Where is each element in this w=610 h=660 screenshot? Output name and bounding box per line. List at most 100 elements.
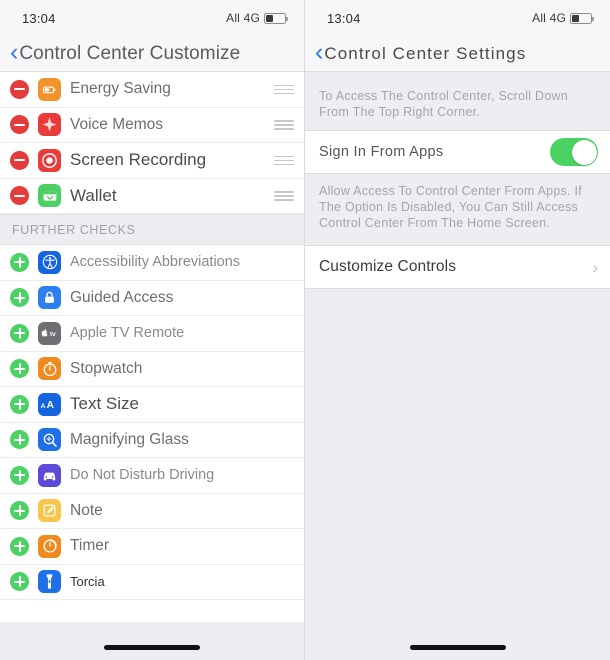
carrier-label: All 4G (532, 11, 566, 25)
reorder-handle-icon[interactable] (268, 191, 294, 201)
section-header-label: FURTHER CHECKS (12, 222, 136, 237)
add-control-button[interactable] (10, 394, 29, 414)
add-control-button[interactable] (10, 288, 29, 308)
status-time: 13:04 (22, 10, 56, 26)
control-row[interactable]: Note (0, 493, 304, 529)
apple-tv-icon: tv (38, 321, 61, 345)
control-row[interactable]: Guided Access (0, 280, 304, 316)
page-title: Control Center Settings (324, 43, 527, 63)
carrier-label: All 4G (226, 11, 260, 25)
status-time: 13:04 (327, 10, 361, 26)
customize-controls-row[interactable]: Customize Controls › (305, 246, 610, 288)
control-row[interactable]: Screen Recording (0, 143, 304, 179)
control-row[interactable]: Do Not Disturb Driving (0, 458, 304, 494)
control-label: Apple TV Remote (70, 325, 185, 342)
control-label: Note (70, 501, 103, 519)
svg-text:A: A (40, 403, 45, 410)
accessibility-icon (38, 250, 61, 274)
chevron-left-icon[interactable]: ‹ (6, 39, 19, 68)
chevron-left-icon[interactable]: ‹ (311, 39, 324, 68)
add-control-button[interactable] (10, 252, 29, 272)
sign-in-from-apps-row[interactable]: Sign In From Apps (305, 131, 610, 173)
control-label: Torcia (70, 574, 105, 590)
home-indicator-right[interactable] (409, 645, 506, 650)
remove-control-button[interactable] (10, 115, 29, 135)
remove-control-button[interactable] (10, 150, 29, 170)
control-row[interactable]: Stopwatch (0, 351, 304, 387)
battery-icon (38, 77, 61, 101)
add-control-button[interactable] (10, 501, 29, 521)
control-row[interactable]: A A Text Size (0, 387, 304, 423)
chevron-right-icon: › (592, 257, 598, 277)
control-row[interactable]: tv Apple TV Remote (0, 316, 304, 352)
nav-bar-right: ‹ Control Center Settings (305, 36, 610, 72)
control-row[interactable]: Accessibility Abbreviations (0, 245, 304, 281)
remove-control-button[interactable] (10, 79, 29, 99)
note-icon (38, 499, 61, 523)
control-label: Wallet (70, 185, 117, 205)
control-center-settings-screen: 13:04 All 4G ‹ Control Center Settings T… (305, 0, 610, 660)
sign-in-from-apps-label: Sign In From Apps (319, 144, 444, 160)
control-label: Do Not Disturb Driving (70, 467, 215, 484)
home-indicator-left[interactable] (104, 645, 200, 650)
add-control-button[interactable] (10, 359, 29, 379)
battery-icon (570, 12, 594, 24)
svg-text:A: A (46, 400, 53, 411)
control-label: Voice Memos (70, 115, 164, 133)
control-center-customize-screen: 13:04 All 4G ‹ Control Center Customize … (0, 0, 305, 660)
control-row[interactable]: Torcia (0, 564, 304, 600)
status-bar-left: 13:04 All 4G (0, 0, 304, 36)
sign-in-from-apps-group: Sign In From Apps (305, 130, 610, 174)
nav-bar-left: ‹ Control Center Customize (0, 36, 304, 72)
wallet-icon (38, 184, 61, 208)
reorder-handle-icon[interactable] (268, 155, 294, 165)
bottom-safe-area-left (0, 622, 304, 660)
control-label: Text Size (70, 394, 139, 414)
reorder-handle-icon[interactable] (268, 84, 294, 94)
included-controls-list: Energy Saving Voice Memos Screen Recording… (0, 72, 304, 214)
customize-controls-label: Customize Controls (319, 258, 457, 275)
add-control-button[interactable] (10, 430, 29, 450)
control-row[interactable]: Magnifying Glass (0, 422, 304, 458)
control-label: Guided Access (70, 288, 174, 306)
toggle-knob (571, 139, 597, 165)
add-control-button[interactable] (10, 323, 29, 343)
status-bar-right: 13:04 All 4G (305, 0, 610, 36)
remove-control-button[interactable] (10, 186, 29, 206)
svg-text:tv: tv (50, 331, 56, 338)
flashlight-icon (38, 570, 61, 594)
control-row[interactable]: Voice Memos (0, 107, 304, 143)
waveform-icon (38, 113, 61, 137)
section-header-further-checks: FURTHER CHECKS (0, 214, 304, 245)
control-label: Accessibility Abbreviations (70, 254, 241, 271)
timer-icon (38, 534, 61, 558)
dual-screenshot-container: 13:04 All 4G ‹ Control Center Customize … (0, 0, 610, 660)
control-label: Energy Saving (70, 80, 171, 98)
battery-icon (264, 12, 288, 24)
add-control-button[interactable] (10, 465, 29, 485)
control-label: Stopwatch (70, 359, 143, 377)
stopwatch-icon (38, 357, 61, 381)
available-controls-list: Accessibility Abbreviations Guided Access… (0, 245, 304, 600)
record-circle-icon (38, 148, 61, 172)
control-row[interactable]: Timer (0, 529, 304, 565)
lock-icon (38, 286, 61, 310)
settings-content: To Access The Control Center, Scroll Dow… (305, 72, 610, 660)
allow-access-footnote: Allow Access To Control Center From Apps… (319, 184, 582, 230)
control-row[interactable]: Energy Saving (0, 72, 304, 108)
control-label: Magnifying Glass (70, 430, 189, 448)
control-label: Timer (70, 537, 110, 555)
status-indicators: All 4G (532, 11, 594, 25)
magnifier-icon (38, 428, 61, 452)
sign-in-from-apps-toggle[interactable] (550, 138, 598, 166)
page-title: Control Center Customize (19, 42, 241, 64)
access-instructions-footnote: To Access The Control Center, Scroll Dow… (319, 89, 569, 119)
car-icon (38, 463, 61, 487)
add-control-button[interactable] (10, 536, 29, 556)
reorder-handle-icon[interactable] (268, 120, 294, 130)
control-label: Screen Recording (70, 150, 207, 170)
control-row[interactable]: Wallet (0, 178, 304, 214)
customize-controls-group: Customize Controls › (305, 245, 610, 289)
add-control-button[interactable] (10, 572, 29, 592)
status-indicators: All 4G (226, 11, 288, 25)
